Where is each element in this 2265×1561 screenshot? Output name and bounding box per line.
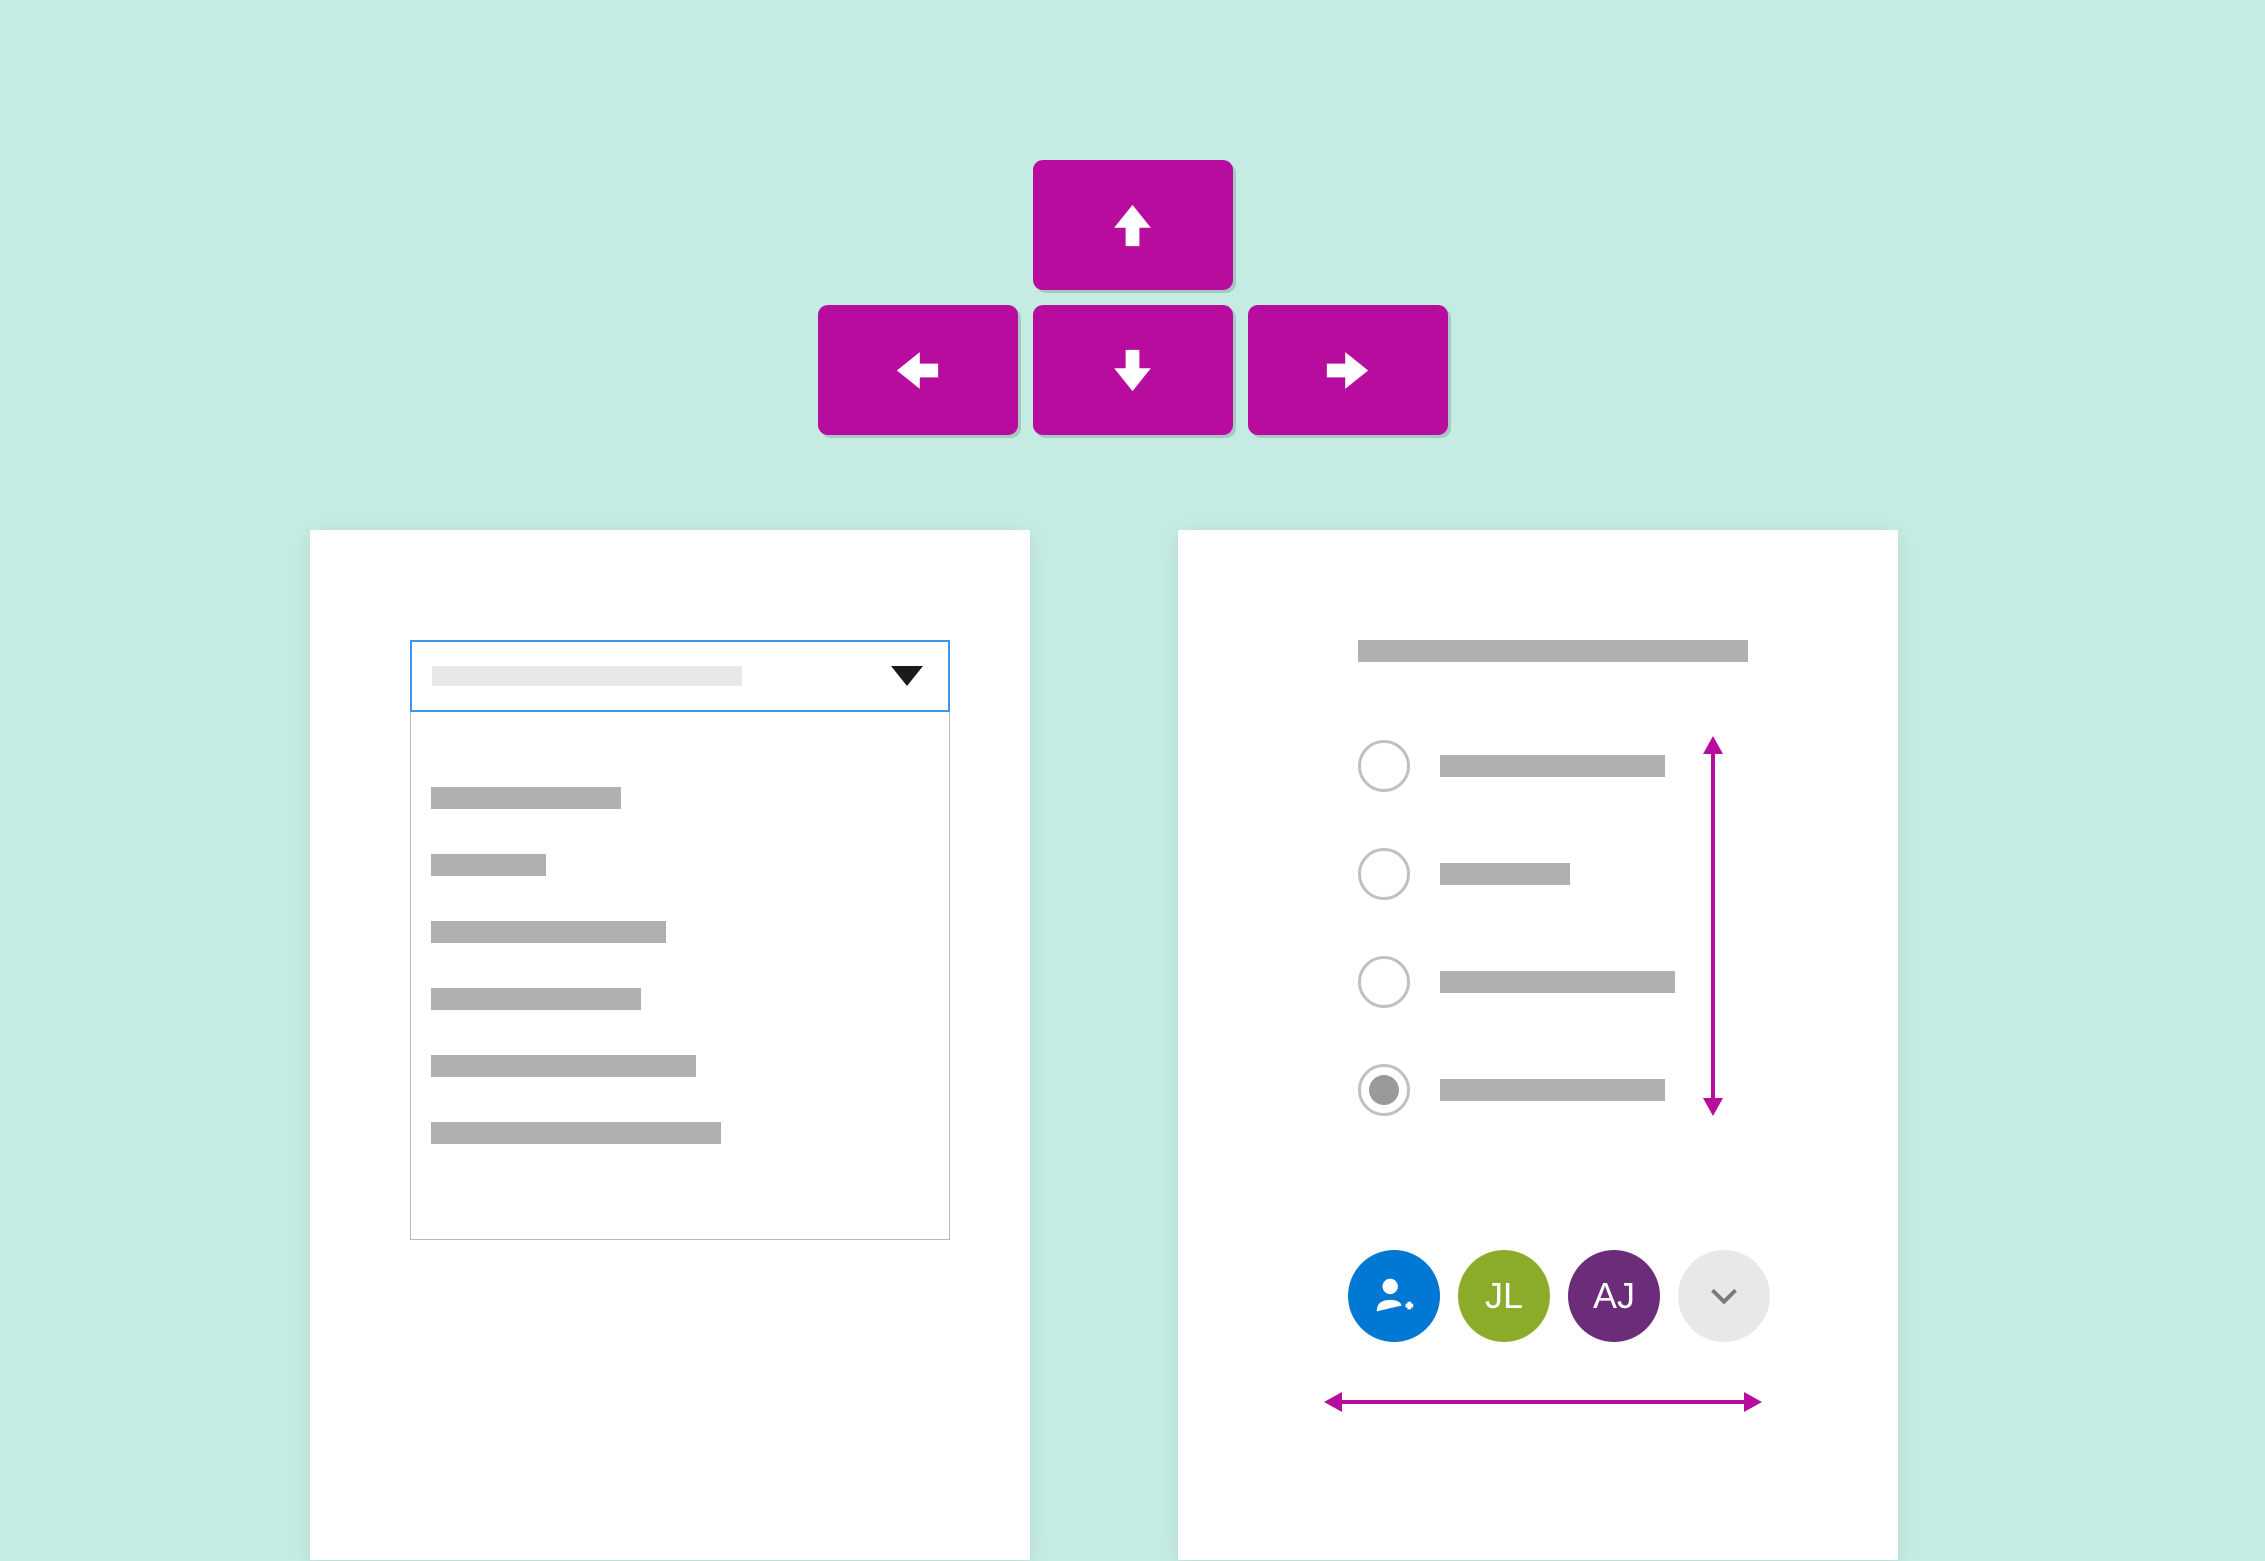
radio-option[interactable] bbox=[1358, 740, 1675, 792]
arrow-left-icon bbox=[890, 343, 945, 398]
radio-group bbox=[1358, 740, 1675, 1172]
arrow-right-icon bbox=[1320, 343, 1375, 398]
arrow-down-key[interactable] bbox=[1033, 305, 1233, 435]
arrow-right-key[interactable] bbox=[1248, 305, 1448, 435]
arrow-down-icon bbox=[1105, 343, 1160, 398]
dropdown-option[interactable] bbox=[431, 787, 621, 809]
avatar-overflow[interactable] bbox=[1678, 1250, 1770, 1342]
dropdown bbox=[410, 640, 950, 1240]
dropdown-option[interactable] bbox=[431, 1122, 721, 1144]
horizontal-range-arrow bbox=[1338, 1400, 1748, 1404]
arrow-up-key[interactable] bbox=[1033, 160, 1233, 290]
radio-label bbox=[1440, 863, 1570, 885]
arrow-up-icon bbox=[1105, 198, 1160, 253]
avatar-group: JL AJ bbox=[1348, 1250, 1770, 1342]
add-user-icon bbox=[1371, 1273, 1417, 1319]
radio-option[interactable] bbox=[1358, 848, 1675, 900]
vertical-range-arrow bbox=[1711, 750, 1715, 1102]
dropdown-option[interactable] bbox=[431, 1055, 696, 1077]
dropdown-placeholder bbox=[432, 666, 742, 686]
dropdown-option[interactable] bbox=[431, 921, 666, 943]
dropdown-trigger[interactable] bbox=[410, 640, 950, 712]
radio-option[interactable] bbox=[1358, 1064, 1675, 1116]
radio-indicator bbox=[1358, 848, 1410, 900]
radio-label bbox=[1440, 755, 1665, 777]
radio-label bbox=[1440, 971, 1675, 993]
caret-down-icon bbox=[891, 666, 923, 686]
radio-avatar-example-card: JL AJ bbox=[1178, 530, 1898, 1560]
dropdown-option[interactable] bbox=[431, 988, 641, 1010]
radio-indicator bbox=[1358, 740, 1410, 792]
radio-indicator bbox=[1358, 956, 1410, 1008]
radio-indicator bbox=[1358, 1064, 1410, 1116]
radio-label bbox=[1440, 1079, 1665, 1101]
chevron-down-icon bbox=[1701, 1273, 1747, 1319]
section-header bbox=[1358, 640, 1748, 662]
arrow-left-key[interactable] bbox=[818, 305, 1018, 435]
avatar[interactable]: AJ bbox=[1568, 1250, 1660, 1342]
add-user-avatar[interactable] bbox=[1348, 1250, 1440, 1342]
avatar[interactable]: JL bbox=[1458, 1250, 1550, 1342]
dropdown-option[interactable] bbox=[431, 854, 546, 876]
radio-option[interactable] bbox=[1358, 956, 1675, 1008]
dropdown-example-card bbox=[310, 530, 1030, 1560]
dropdown-menu bbox=[410, 712, 950, 1240]
